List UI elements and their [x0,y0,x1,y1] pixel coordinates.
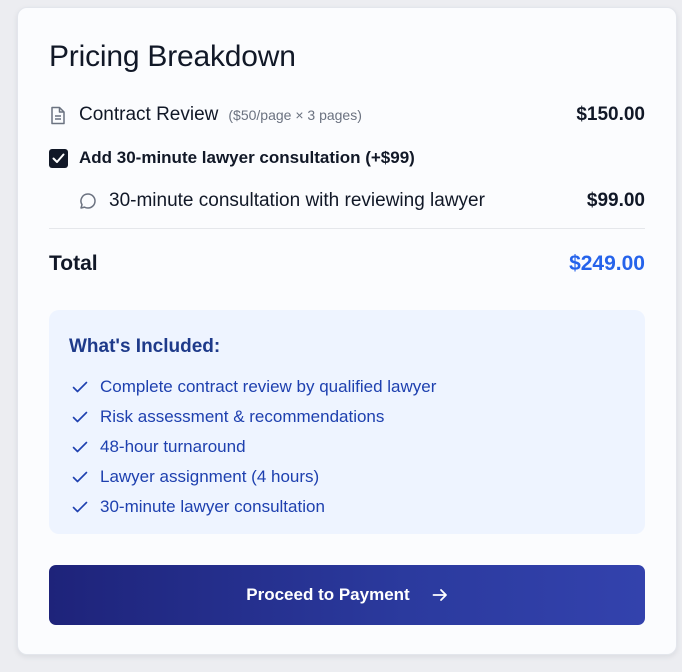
list-item: Complete contract review by qualified la… [71,372,436,402]
included-item-text: Lawyer assignment (4 hours) [100,467,320,486]
included-item-text: 30-minute lawyer consultation [100,497,325,516]
addon-label[interactable]: Add 30-minute lawyer consultation (+$99) [79,148,415,168]
whats-included-title: What's Included: [69,336,221,357]
page-title: Pricing Breakdown [49,40,296,73]
included-item-text: 48-hour turnaround [100,437,246,456]
check-icon [71,441,89,453]
whats-included-panel: What's Included: Complete contract revie… [49,310,645,534]
line-item-price: $150.00 [576,104,645,125]
line-item-note: ($50/page × 3 pages) [228,107,362,123]
consultation-price: $99.00 [586,190,645,211]
included-item-text: Complete contract review by qualified la… [100,377,437,396]
line-item-label: Contract Review [79,104,219,125]
check-icon [71,471,89,483]
check-icon [71,411,89,423]
divider [49,228,645,229]
check-icon [71,381,89,393]
line-item-consultation: 30-minute consultation with reviewing la… [79,188,645,214]
arrow-right-icon [432,588,448,602]
list-item: Lawyer assignment (4 hours) [71,462,436,492]
line-item-contract-review: Contract Review ($50/page × 3 pages) $15… [49,102,645,128]
total-row: Total $249.00 [49,250,645,278]
addon-option[interactable]: Add 30-minute lawyer consultation (+$99) [49,146,645,170]
included-list: Complete contract review by qualified la… [71,372,436,522]
list-item: 48-hour turnaround [71,432,436,462]
total-value: $249.00 [569,252,645,275]
proceed-to-payment-button[interactable]: Proceed to Payment [49,565,645,625]
list-item: 30-minute lawyer consultation [71,492,436,522]
included-item-text: Risk assessment & recommendations [100,407,385,426]
total-label: Total [49,252,98,275]
proceed-button-label: Proceed to Payment [246,585,410,604]
document-icon [49,106,67,125]
chat-bubble-icon [79,192,97,210]
list-item: Risk assessment & recommendations [71,402,436,432]
addon-checkbox[interactable] [49,148,68,168]
pricing-card: Pricing Breakdown Contract Review ($50/p… [17,7,677,655]
consultation-label: 30-minute consultation with reviewing la… [109,190,485,211]
check-icon [71,501,89,513]
checkmark-icon [52,153,65,163]
